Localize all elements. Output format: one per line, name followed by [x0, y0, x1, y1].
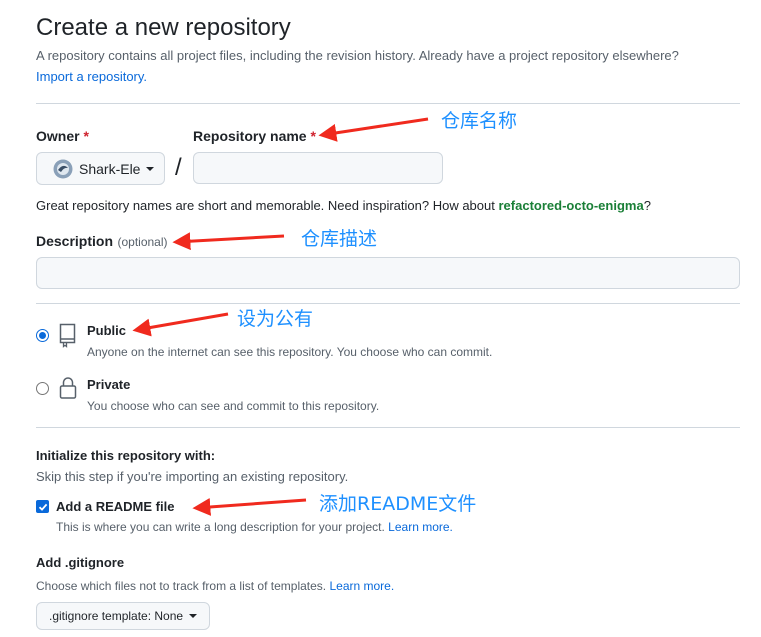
arrow-repo-name — [318, 117, 429, 142]
private-label[interactable]: Private — [87, 377, 130, 392]
gitignore-template-label: .gitignore template: None — [49, 609, 184, 623]
private-description: You choose who can see and commit to thi… — [87, 399, 380, 413]
owner-required-mark: * — [83, 128, 89, 144]
readme-description-text: This is where you can write a long descr… — [56, 520, 385, 534]
repo-name-required-mark: * — [310, 128, 316, 144]
annotation-readme: 添加README文件 — [319, 493, 477, 515]
readme-description: This is where you can write a long descr… — [56, 520, 453, 534]
owner-label: Owner * — [36, 128, 89, 144]
public-radio[interactable] — [36, 329, 49, 342]
annotation-description: 仓库描述 — [301, 228, 378, 250]
repo-name-input[interactable] — [193, 152, 443, 184]
private-radio[interactable] — [36, 382, 49, 395]
readme-label[interactable]: Add a README file — [56, 499, 174, 514]
init-title: Initialize this repository with: — [36, 448, 216, 463]
repo-name-label: Repository name * — [193, 128, 316, 144]
lock-icon — [58, 376, 78, 405]
gitignore-template-dropdown[interactable]: .gitignore template: None — [36, 602, 210, 630]
public-label[interactable]: Public — [87, 323, 126, 338]
annotation-arrows — [132, 117, 429, 516]
owner-dropdown[interactable]: Shark-Ele — [36, 152, 165, 185]
repo-public-icon — [58, 322, 78, 353]
description-optional: (optional) — [117, 235, 168, 249]
page-subtitle: A repository contains all project files,… — [36, 48, 679, 63]
check-icon — [38, 503, 47, 511]
page-title: Create a new repository — [36, 14, 291, 41]
annotation-repo-name: 仓库名称 — [441, 110, 518, 132]
divider — [36, 303, 740, 304]
import-repository-link[interactable]: Import a repository. — [36, 69, 147, 84]
gitignore-learn-more-link[interactable]: Learn more. — [329, 579, 394, 593]
annotation-public: 设为公有 — [237, 308, 314, 330]
readme-checkbox[interactable] — [36, 500, 49, 513]
repo-name-hint: Great repository names are short and mem… — [36, 198, 651, 213]
owner-label-text: Owner — [36, 128, 80, 144]
repo-name-hint-text: Great repository names are short and mem… — [36, 198, 495, 213]
description-label-text: Description — [36, 233, 114, 249]
divider — [36, 103, 740, 104]
name-suggestion-link[interactable]: refactored-octo-enigma — [498, 198, 643, 213]
gitignore-title: Add .gitignore — [36, 555, 125, 570]
arrow-readme — [192, 497, 307, 516]
public-description: Anyone on the internet can see this repo… — [87, 345, 493, 359]
gitignore-description-text: Choose which files not to track from a l… — [36, 579, 327, 593]
description-label: Description (optional) — [36, 233, 168, 251]
readme-learn-more-link[interactable]: Learn more. — [388, 520, 453, 534]
repo-name-hint-end: ? — [643, 198, 651, 213]
owner-avatar — [53, 159, 73, 179]
owner-selected: Shark-Ele — [79, 160, 141, 177]
gitignore-description: Choose which files not to track from a l… — [36, 579, 394, 593]
arrow-description — [172, 232, 285, 251]
init-skip-text: Skip this step if you're importing an ex… — [36, 469, 349, 484]
arrow-public — [132, 312, 229, 337]
description-input[interactable] — [36, 257, 740, 289]
chevron-down-icon — [189, 614, 198, 618]
owner-repo-separator: / — [175, 154, 182, 181]
divider — [36, 427, 740, 428]
repo-name-label-text: Repository name — [193, 128, 307, 144]
chevron-down-icon — [146, 166, 155, 171]
